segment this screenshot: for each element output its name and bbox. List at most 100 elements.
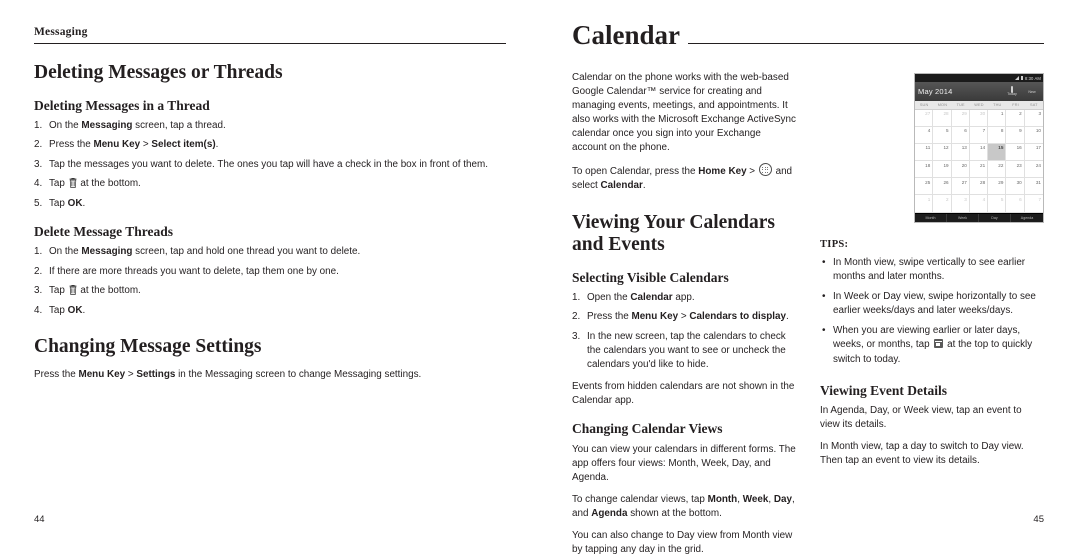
calendar-day-cell[interactable]: 30 — [969, 109, 989, 127]
steps-deleting-messages-in-a-thread: On the Messaging screen, tap a thread. P… — [34, 119, 506, 211]
calendar-day-number: 13 — [961, 145, 967, 151]
calendar-day-cell[interactable]: 31 — [1024, 178, 1043, 196]
calendar-day-cell[interactable]: 28 — [969, 178, 989, 196]
calendar-day-number: 10 — [1035, 128, 1041, 134]
calendar-day-number: 22 — [998, 162, 1004, 168]
calendar-day-cell[interactable]: 4 — [915, 126, 934, 144]
calendar-day-cell[interactable]: 6 — [951, 126, 970, 144]
calendar-day-cell[interactable]: 1 — [988, 109, 1007, 127]
calendar-month-grid[interactable]: 27 28 29 30 1 2 3 4 5 6 7 8 9 10 11 12 13 14 15 16 17 18 19 20 2… — [915, 109, 1043, 213]
day-header: TUE — [956, 103, 965, 107]
calendar-day-cell[interactable]: 10 — [1024, 127, 1043, 144]
trash-icon — [69, 285, 77, 296]
heading-viewing-event-details: Viewing Event Details — [820, 382, 947, 398]
calendar-day-number: 30 — [980, 111, 986, 116]
calendar-day-cell[interactable]: 7 — [969, 126, 989, 144]
tab-agenda[interactable]: Agenda — [1011, 214, 1043, 223]
calendar-day-cell[interactable]: 17 — [1024, 144, 1043, 162]
calendar-day-cell[interactable]: 3 — [951, 195, 970, 213]
list-item: In Week or Day view, swipe horizontally … — [820, 290, 1044, 318]
calendar-day-number: 20 — [961, 162, 967, 168]
today-button[interactable]: Today — [1004, 86, 1020, 96]
calendar-day-cell[interactable]: 15 — [988, 143, 1007, 162]
calendar-day-number: 21 — [980, 162, 986, 168]
list-item: Tap OK. — [34, 197, 86, 211]
text-home-key: Home Key — [698, 166, 747, 178]
calendar-day-number: 5 — [1000, 196, 1004, 202]
calendar-day-cell[interactable]: 16 — [1006, 143, 1025, 162]
calendar-day-cell[interactable]: 25 — [915, 178, 934, 196]
signal-icon — [1015, 76, 1020, 80]
calendar-day-cell[interactable]: 5 — [988, 195, 1007, 213]
day-header: SAT — [1030, 103, 1038, 107]
calendar-day-cell[interactable]: 11 — [915, 143, 934, 162]
calendar-day-headers: SUN MON TUE WED THU FRI SAT — [915, 101, 1043, 110]
list-item: When you are viewing earlier or later da… — [820, 324, 1044, 366]
tab-day[interactable]: Day — [979, 213, 1011, 223]
calendar-day-number: 12 — [943, 145, 949, 151]
calendar-day-cell[interactable]: 8 — [988, 126, 1007, 144]
chapter-header: Calendar — [572, 22, 1044, 51]
calendar-day-cell[interactable]: 26 — [933, 178, 952, 196]
tab-week[interactable]: Week — [947, 213, 979, 223]
calendar-day-number: 3 — [964, 196, 967, 202]
trash-icon — [69, 178, 77, 189]
calendar-day-number: 28 — [980, 179, 986, 185]
calendar-day-cell[interactable]: 22 — [988, 161, 1007, 179]
calendar-day-cell[interactable]: 21 — [969, 161, 989, 179]
list-item: On the Messaging screen, tap and hold on… — [34, 245, 361, 259]
calendar-day-cell[interactable]: 30 — [1006, 178, 1025, 196]
calendar-day-cell[interactable]: 23 — [1006, 161, 1025, 179]
note-hidden-calendars: Events from hidden calendars are not sho… — [572, 381, 795, 407]
calendar-day-number: 17 — [1035, 145, 1041, 151]
calendar-day-cell[interactable]: 13 — [951, 143, 970, 162]
calendar-day-number: 8 — [1000, 128, 1004, 134]
calendar-day-number: 25 — [925, 179, 931, 185]
calendar-day-number: 11 — [925, 145, 931, 151]
calendar-day-cell[interactable]: 24 — [1024, 161, 1043, 179]
calendar-day-cell[interactable]: 9 — [1006, 126, 1025, 144]
calendar-day-number: 4 — [982, 196, 986, 202]
new-event-button[interactable]: New — [1024, 90, 1040, 94]
tips-block: TIPS: In Month view, swipe vertically to… — [820, 239, 1044, 366]
list-item: On the Messaging screen, tap a thread. — [34, 119, 226, 133]
heading-deleting-messages-in-a-thread: Deleting Messages in a Thread — [34, 97, 210, 113]
calendar-day-cell[interactable]: 20 — [951, 161, 970, 179]
calendar-day-cell[interactable]: 2 — [1006, 109, 1025, 127]
calendar-day-cell[interactable]: 27 — [951, 178, 970, 196]
calendar-day-cell[interactable]: 4 — [969, 195, 989, 213]
calendar-day-number: 4 — [927, 128, 931, 134]
calendar-day-cell[interactable]: 7 — [1024, 195, 1043, 213]
right-page: Calendar Calendar on the phone works wit… — [540, 0, 1080, 555]
calendar-day-cell[interactable]: 14 — [969, 143, 989, 162]
phone-title-bar: May 2014 Today New — [915, 82, 1043, 101]
day-header: FRI — [1012, 103, 1019, 107]
calendar-day-cell[interactable]: 29 — [951, 109, 970, 127]
calendar-day-cell[interactable]: 5 — [933, 126, 952, 144]
calendar-day-cell[interactable]: 12 — [933, 143, 952, 162]
tab-label: Agenda — [1020, 215, 1034, 220]
calendar-day-number: 1 — [1000, 111, 1004, 116]
tab-month[interactable]: Month — [915, 213, 947, 223]
running-head-messaging: Messaging — [34, 26, 506, 44]
calendar-day-number: 26 — [943, 179, 949, 185]
calendar-day-cell[interactable]: 29 — [988, 178, 1007, 196]
left-page: Messaging Deleting Messages or Threads D… — [0, 0, 540, 539]
calendar-day-cell[interactable]: 2 — [933, 195, 952, 213]
chapter-rule — [688, 43, 1044, 44]
calendar-day-number: 7 — [1038, 196, 1041, 202]
paragraph-change-views: To change calendar views, tap Month, Wee… — [572, 493, 795, 519]
calendar-day-cell[interactable]: 18 — [915, 161, 934, 179]
list-item: Press the Menu Key > Select item(s). — [34, 138, 219, 152]
calendar-day-cell[interactable]: 19 — [933, 161, 952, 179]
calendar-day-number: 1 — [927, 196, 931, 202]
calendar-day-number: 2 — [1019, 111, 1022, 116]
calendar-day-cell[interactable]: 3 — [1024, 110, 1043, 127]
calendar-day-cell[interactable]: 6 — [1006, 195, 1025, 213]
calendar-day-number: 29 — [961, 111, 967, 116]
calendar-day-number: 19 — [943, 162, 949, 168]
calendar-day-cell[interactable]: 27 — [915, 109, 934, 127]
calendar-day-cell[interactable]: 28 — [933, 109, 952, 127]
tips-list: In Month view, swipe vertically to see e… — [820, 256, 1044, 366]
calendar-day-cell[interactable]: 1 — [915, 195, 934, 213]
